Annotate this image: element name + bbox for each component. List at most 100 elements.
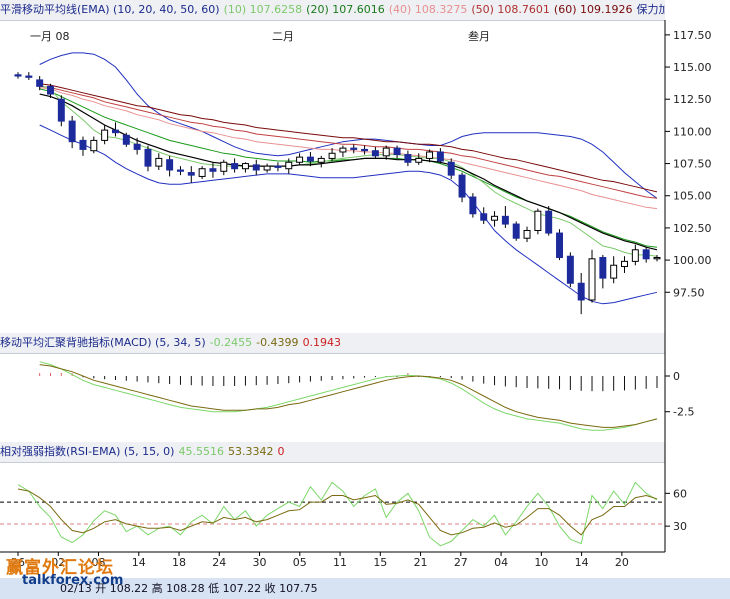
- bollinger-upper-line: [39, 52, 658, 199]
- candle-body-bearish: [599, 257, 607, 279]
- rsi-tick-label: 60: [673, 487, 687, 500]
- candle-body-bearish: [252, 164, 260, 171]
- candle-body-bullish: [328, 152, 336, 159]
- candle-body-bullish: [426, 151, 434, 159]
- candle-body-bearish: [176, 169, 184, 172]
- candle-body-bullish: [296, 156, 304, 163]
- date-tick-label: 21: [414, 556, 428, 569]
- candle-body-bearish: [144, 148, 152, 167]
- date-tick-label: 20: [615, 556, 629, 569]
- candle-body-bearish: [361, 148, 369, 152]
- date-tick-label: 04: [494, 556, 508, 569]
- candle-body-bullish: [155, 157, 163, 167]
- macd-tick-label: -2.5: [673, 406, 694, 419]
- candle-body-bearish: [436, 151, 444, 162]
- price-tick-label: 117.50: [673, 29, 712, 42]
- macd-panel: 0 -2.5: [39, 361, 694, 431]
- ema40-line: [39, 87, 658, 210]
- price-tick-label: 112.50: [673, 93, 712, 106]
- rsi-tick-label: 30: [673, 520, 687, 533]
- candle-body-bearish: [480, 213, 488, 221]
- ema10-line: [39, 84, 658, 257]
- date-tick-label: 11: [333, 556, 347, 569]
- candle-body-bearish: [79, 139, 87, 150]
- candle-body-bearish: [274, 165, 282, 168]
- candle-body-bearish: [36, 79, 44, 87]
- macd-tick-label: 0: [673, 370, 680, 383]
- candle-body-bearish: [642, 249, 650, 260]
- price-tick-label: 107.50: [673, 158, 712, 171]
- candle-body-bearish: [469, 196, 477, 215]
- candle-body-bearish: [393, 147, 401, 156]
- rsi-line: [17, 481, 658, 547]
- candle-body-bullish: [317, 157, 325, 163]
- price-panel: 97.50 100.00 102.50 105.00 107.50 110.00 112.5…: [14, 29, 712, 315]
- candle-body-bullish: [610, 264, 618, 279]
- candle-body-bearish: [14, 74, 22, 77]
- candle-body-bearish: [566, 255, 574, 284]
- price-tick-label: 110.00: [673, 125, 712, 138]
- candle-body-bearish: [577, 282, 585, 301]
- date-tick-label: 18: [172, 556, 186, 569]
- candle-body-bearish: [231, 163, 239, 170]
- candle-body-bullish: [220, 161, 228, 172]
- candle-body-bullish: [415, 157, 423, 163]
- candle-body-bearish: [57, 98, 65, 122]
- candle-body-bullish: [653, 257, 661, 260]
- date-tick-label: 10: [534, 556, 548, 569]
- candle-body-bullish: [491, 215, 499, 221]
- date-tick-label: 14: [132, 556, 146, 569]
- candle-body-bullish: [101, 129, 109, 141]
- price-tick-label: 102.50: [673, 222, 712, 235]
- candle-body-bearish: [133, 143, 141, 150]
- candle-body-bearish: [306, 156, 314, 162]
- date-tick-label: 14: [575, 556, 589, 569]
- candle-body-bullish: [285, 161, 293, 170]
- chart-canvas: 一月 08 二月 叁月 97.50 100.00 102.50 105.00 107.5…: [0, 20, 712, 569]
- candle-body-bearish: [447, 161, 455, 176]
- month-label-feb: 二月: [272, 30, 294, 43]
- candle-body-bearish: [187, 172, 195, 176]
- candle-body-bearish: [68, 120, 76, 143]
- candle-body-bullish: [241, 163, 249, 170]
- candle-body-bearish: [512, 223, 520, 239]
- macd-signal-line: [39, 364, 658, 428]
- price-tick-label: 105.00: [673, 190, 712, 203]
- rsi-panel: 60 30: [0, 481, 687, 547]
- candle-body-bullish: [631, 249, 639, 262]
- candle-body-bullish: [534, 210, 542, 231]
- date-tick-label: 05: [293, 556, 307, 569]
- candle-body-bearish: [371, 150, 379, 157]
- date-tick-label: 15: [373, 556, 387, 569]
- candle-body-bullish: [90, 139, 98, 152]
- candle-body-bullish: [263, 165, 271, 171]
- candle-body-bearish: [25, 75, 33, 78]
- candle-body-bearish: [404, 154, 412, 163]
- date-tick-label: 24: [212, 556, 226, 569]
- candle-body-bearish: [122, 134, 130, 145]
- candle-body-bearish: [209, 168, 217, 172]
- month-label-jan: 一月 08: [30, 30, 70, 43]
- price-tick-label: 100.00: [673, 254, 712, 267]
- candle-body-bullish: [339, 147, 347, 153]
- price-tick-label: 115.00: [673, 61, 712, 74]
- candle-body-bullish: [621, 260, 628, 268]
- candle-body-bullish: [382, 147, 390, 157]
- candle-body-bearish: [350, 147, 358, 150]
- candle-body-bearish: [458, 174, 466, 198]
- watermark-logo-url: talkforex.com: [22, 573, 124, 588]
- candle-body-bearish: [501, 215, 509, 225]
- date-tick-label: 30: [253, 556, 267, 569]
- date-tick-label: 27: [454, 556, 468, 569]
- macd-line: [39, 361, 658, 431]
- month-label-mar: 叁月: [468, 29, 490, 43]
- candle-body-bearish: [47, 85, 54, 95]
- candle-body-bullish: [198, 168, 206, 177]
- candle-body-bearish: [111, 129, 119, 134]
- candle-body-bearish: [545, 210, 553, 234]
- candle-body-bearish: [166, 159, 174, 171]
- candle-body-bullish: [523, 229, 531, 239]
- price-tick-label: 97.50: [673, 286, 705, 299]
- candle-body-bearish: [556, 232, 564, 259]
- candle-body-bullish: [588, 258, 596, 301]
